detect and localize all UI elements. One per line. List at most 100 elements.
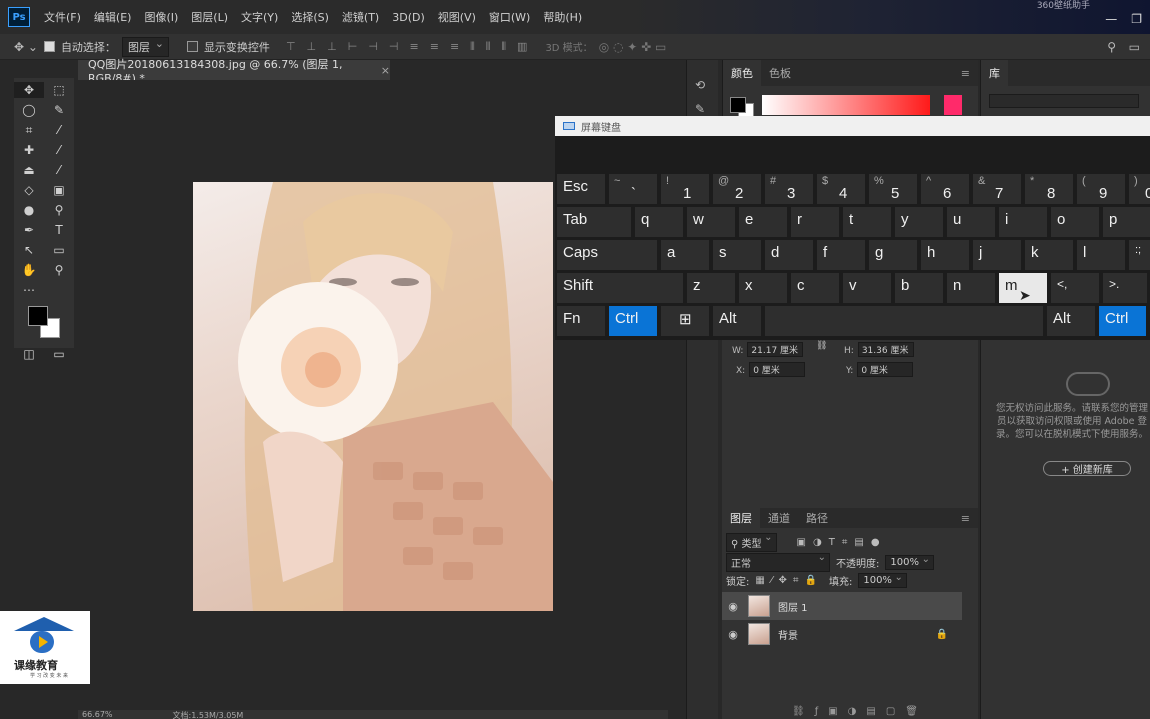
restore-icon[interactable]: ❐ bbox=[1131, 12, 1142, 26]
key-o[interactable]: o bbox=[1051, 207, 1099, 237]
key-h[interactable]: h bbox=[921, 240, 969, 270]
key-q[interactable]: q bbox=[635, 207, 683, 237]
marquee-tool-icon[interactable]: ⬚ bbox=[44, 82, 74, 98]
key-m[interactable]: m ➤ bbox=[999, 273, 1047, 303]
path-select-icon[interactable]: ↖ bbox=[14, 242, 44, 258]
layer-row[interactable]: ◉ 图层 1 bbox=[722, 592, 962, 620]
move-tool-icon[interactable]: ✥ ⌄ bbox=[14, 40, 38, 54]
key-windows[interactable]: ⊞ bbox=[661, 306, 709, 336]
key-ctrl-left[interactable]: Ctrl bbox=[609, 306, 657, 336]
key-7[interactable]: & 7 bbox=[973, 174, 1021, 204]
layer-actions[interactable]: ⛓ƒ▣◑▤▢🗑 bbox=[792, 706, 928, 717]
key-9[interactable]: (9 bbox=[1077, 174, 1125, 204]
filter-icons[interactable]: ▣◑T⌗▤● bbox=[797, 537, 887, 548]
menu-type[interactable]: 文字(Y) bbox=[241, 9, 278, 25]
distribute-hcenter-icon[interactable]: ⫴ bbox=[486, 40, 491, 54]
create-library-button[interactable]: + 创建新库 bbox=[1043, 461, 1131, 476]
distribute-left-icon[interactable]: ⫴ bbox=[470, 40, 475, 54]
tab-color[interactable]: 颜色 bbox=[723, 60, 761, 86]
key-i[interactable]: i bbox=[999, 207, 1047, 237]
menu-help[interactable]: 帮助(H) bbox=[543, 9, 582, 25]
key-f[interactable]: f bbox=[817, 240, 865, 270]
keyboard-titlebar[interactable]: 屏幕键盘 bbox=[555, 116, 1150, 136]
more-tools-icon[interactable]: ⋯ bbox=[14, 282, 44, 298]
fill-input[interactable]: 100% bbox=[858, 572, 907, 588]
key-l[interactable]: l bbox=[1077, 240, 1125, 270]
x-input[interactable]: 0 厘米 bbox=[749, 362, 806, 377]
menu-filter[interactable]: 滤镜(T) bbox=[342, 9, 379, 25]
menu-file[interactable]: 文件(F) bbox=[44, 9, 81, 25]
key-p[interactable]: p bbox=[1103, 207, 1150, 237]
key-shift[interactable]: Shift bbox=[557, 273, 683, 303]
tab-channels[interactable]: 通道 bbox=[760, 508, 798, 528]
key-j[interactable]: j bbox=[973, 240, 1021, 270]
key-esc[interactable]: Esc bbox=[557, 174, 605, 204]
healing-brush-icon[interactable]: ✚ bbox=[14, 142, 44, 158]
close-icon[interactable]: × bbox=[381, 64, 390, 77]
crop-tool-icon[interactable]: ⌗ bbox=[14, 122, 44, 138]
eye-icon[interactable]: ◉ bbox=[722, 600, 744, 613]
key-ctrl-right[interactable]: Ctrl bbox=[1099, 306, 1146, 336]
link-icon[interactable]: ⛓ bbox=[816, 341, 827, 351]
distribute-vcenter-icon[interactable]: ≡ bbox=[430, 40, 439, 54]
color-panel-foreground[interactable] bbox=[730, 97, 746, 113]
key-c[interactable]: c bbox=[791, 273, 839, 303]
align-bottom-icon[interactable]: ⊥ bbox=[327, 40, 337, 54]
eraser-tool-icon[interactable]: ◇ bbox=[14, 182, 44, 198]
key-6[interactable]: ^ 6 bbox=[921, 174, 969, 204]
key-y[interactable]: y bbox=[895, 207, 943, 237]
key-0[interactable]: ) 0 bbox=[1129, 174, 1150, 204]
pen-tool-icon[interactable]: ✒ bbox=[14, 222, 44, 238]
history-icon[interactable]: ⟲ bbox=[695, 78, 718, 92]
key-k[interactable]: k bbox=[1025, 240, 1073, 270]
key-comma[interactable]: <, bbox=[1051, 273, 1099, 303]
document-image[interactable] bbox=[193, 182, 553, 611]
layer-filter-dropdown[interactable]: ⚲ 类型 bbox=[726, 532, 777, 552]
menu-view[interactable]: 视图(V) bbox=[438, 9, 476, 25]
key-4[interactable]: $4 bbox=[817, 174, 865, 204]
key-tilde[interactable]: ~ ` bbox=[609, 174, 657, 204]
3d-orbit-icon[interactable]: ◎ ◌ ✦ ✜ ▭ bbox=[599, 40, 667, 54]
zoom-readout[interactable]: 66.67% bbox=[82, 710, 113, 719]
minimize-icon[interactable]: — bbox=[1105, 12, 1117, 26]
y-input[interactable]: 0 厘米 bbox=[857, 362, 914, 377]
key-alt-right[interactable]: Alt bbox=[1047, 306, 1095, 336]
search-icon[interactable]: ⚲ bbox=[1107, 40, 1116, 54]
history-brush-icon[interactable]: ⁄ bbox=[44, 162, 74, 178]
layer-name[interactable]: 图层 1 bbox=[778, 599, 962, 614]
align-right-icon[interactable]: ⊣ bbox=[389, 40, 399, 54]
align-vcenter-icon[interactable]: ⊥ bbox=[307, 40, 317, 54]
menu-window[interactable]: 窗口(W) bbox=[489, 9, 530, 25]
tab-library[interactable]: 库 bbox=[981, 60, 1008, 86]
quick-select-tool-icon[interactable]: ✎ bbox=[44, 102, 74, 118]
workspace-icon[interactable]: ▭ bbox=[1129, 40, 1140, 54]
eyedropper-tool-icon[interactable]: ⁄ bbox=[44, 122, 74, 138]
lasso-tool-icon[interactable]: ◯ bbox=[14, 102, 44, 118]
tab-paths[interactable]: 路径 bbox=[798, 508, 836, 528]
lock-icons[interactable]: ▦⁄✥⌗🔒 bbox=[755, 575, 823, 586]
align-top-icon[interactable]: ⊤ bbox=[286, 40, 296, 54]
tab-layers[interactable]: 图层 bbox=[722, 508, 760, 528]
menu-edit[interactable]: 编辑(E) bbox=[94, 9, 132, 25]
menu-image[interactable]: 图像(I) bbox=[144, 9, 178, 25]
key-a[interactable]: a bbox=[661, 240, 709, 270]
menu-select[interactable]: 选择(S) bbox=[291, 9, 329, 25]
key-3[interactable]: #3 bbox=[765, 174, 813, 204]
brush-tool-icon[interactable]: ⁄ bbox=[44, 142, 74, 158]
key-1[interactable]: ! 1 bbox=[661, 174, 709, 204]
key-g[interactable]: g bbox=[869, 240, 917, 270]
opacity-input[interactable]: 100% bbox=[885, 554, 934, 570]
key-5[interactable]: % 5 bbox=[869, 174, 917, 204]
distribute-right-icon[interactable]: ⫴ bbox=[501, 40, 506, 54]
dodge-tool-icon[interactable]: ⚲ bbox=[44, 202, 74, 218]
document-tab[interactable]: QQ图片20180613184308.jpg @ 66.7% (图层 1, RG… bbox=[78, 58, 390, 85]
align-hcenter-icon[interactable]: ⊣ bbox=[368, 40, 378, 54]
distribute-top-icon[interactable]: ≡ bbox=[410, 40, 419, 54]
key-b[interactable]: b bbox=[895, 273, 943, 303]
align-left-icon[interactable]: ⊢ bbox=[348, 40, 358, 54]
eye-icon[interactable]: ◉ bbox=[722, 628, 744, 641]
height-input[interactable]: 31.36 厘米 bbox=[857, 342, 914, 357]
key-fn[interactable]: Fn bbox=[557, 306, 605, 336]
zoom-tool-icon[interactable]: ⚲ bbox=[44, 262, 74, 278]
key-v[interactable]: v bbox=[843, 273, 891, 303]
